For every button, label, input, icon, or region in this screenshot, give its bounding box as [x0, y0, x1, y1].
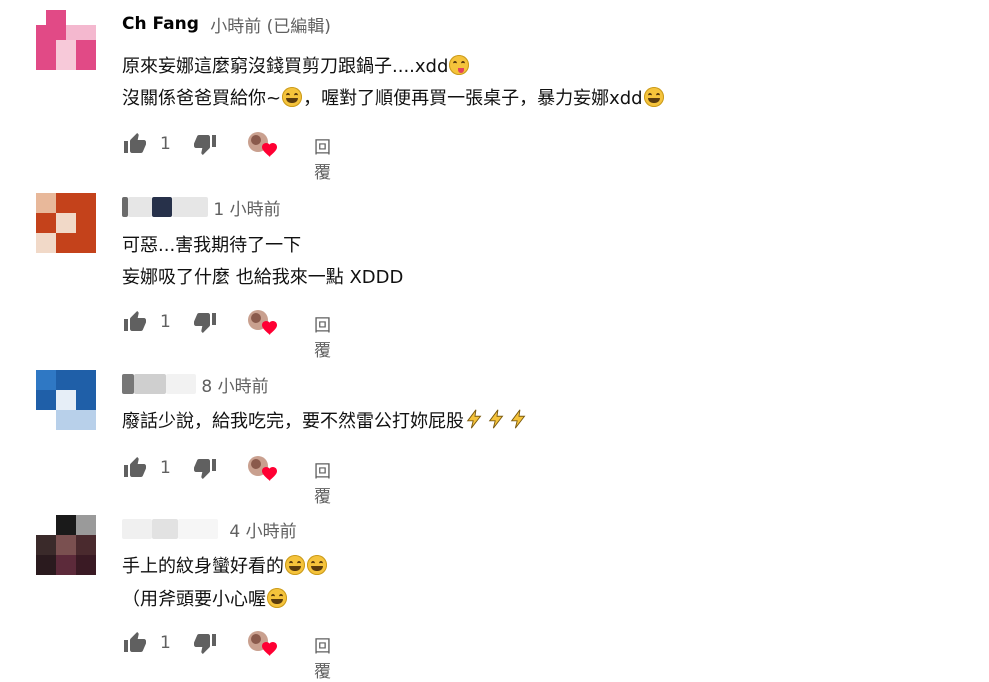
comment-text: 沒關係爸爸買給你~: [122, 88, 282, 109]
comment-text-line: 廢話少說，給我吃完，要不然雷公打妳屁股: [122, 407, 530, 433]
lightning-icon: [466, 409, 482, 429]
laughing-emoji: [282, 87, 303, 107]
comment-text-line: 沒關係爸爸買給你~ ，喔對了順便再買一張桌子，暴力妄娜xdd: [122, 84, 665, 110]
comment-text: ，喔對了順便再買一張桌子，暴力妄娜xdd: [303, 88, 643, 109]
like-count: 1: [160, 312, 171, 332]
wink-tongue-emoji: [449, 55, 470, 75]
comment-text-line: 原來妄娜這麼窮沒錢買剪刀跟鍋子....xdd: [122, 52, 470, 78]
like-count: 1: [160, 458, 171, 478]
comment-timestamp[interactable]: 小時前 (已編輯): [210, 12, 331, 37]
comment-timestamp[interactable]: 4 小時前: [229, 517, 296, 542]
reply-button[interactable]: 回覆: [314, 632, 331, 682]
lightning-icon: [488, 409, 504, 429]
comment-text: 可惡...害我期待了一下: [122, 235, 302, 256]
comment-text-line: 可惡...害我期待了一下: [122, 231, 301, 257]
thumb-down-icon[interactable]: [192, 456, 218, 480]
author-name[interactable]: [122, 373, 196, 396]
comment-timestamp[interactable]: 1 小時前: [213, 195, 280, 220]
comment-header: 1 小時前: [122, 195, 281, 221]
creator-heart-icon: [248, 132, 277, 157]
comment-text: 廢話少說，給我吃完，要不然雷公打妳屁股: [122, 411, 464, 432]
comment-timestamp[interactable]: 8 小時前: [201, 372, 268, 397]
comment-header: 8 小時前: [122, 372, 269, 398]
lightning-icon: [510, 409, 526, 429]
like-count: 1: [160, 134, 171, 154]
thumb-up-icon[interactable]: [122, 310, 148, 334]
laughing-emoji: [267, 588, 287, 608]
creator-heart-icon: [248, 456, 277, 481]
thumb-down-icon[interactable]: [192, 132, 218, 156]
comment-text: （用斧頭要小心喔: [122, 589, 266, 610]
thumb-up-icon[interactable]: [122, 631, 148, 655]
avatar[interactable]: [36, 10, 96, 70]
author-name[interactable]: Ch Fang: [122, 14, 199, 36]
sweat-smile-emoji: [643, 87, 664, 107]
comment-text: 原來妄娜這麼窮沒錢買剪刀跟鍋子....xdd: [122, 56, 449, 77]
reply-button[interactable]: 回覆: [314, 311, 331, 361]
thumb-down-icon[interactable]: [192, 310, 218, 334]
avatar[interactable]: [36, 370, 96, 430]
thumb-down-icon[interactable]: [192, 631, 218, 655]
author-name[interactable]: [122, 518, 218, 541]
laughing-emoji: [285, 555, 305, 575]
comment-text: 妄娜吸了什麼 也給我來一點 XDDD: [122, 267, 404, 288]
reply-button[interactable]: 回覆: [314, 133, 331, 183]
comment-text: 手上的紋身蠻好看的: [122, 556, 284, 577]
creator-heart-icon: [248, 310, 277, 335]
author-name[interactable]: [122, 196, 208, 219]
comment-text-line: 手上的紋身蠻好看的: [122, 552, 328, 578]
creator-heart-icon: [248, 631, 277, 656]
comment-text-line: （用斧頭要小心喔: [122, 585, 288, 611]
comment-text-line: 妄娜吸了什麼 也給我來一點 XDDD: [122, 263, 403, 289]
thumb-up-icon[interactable]: [122, 132, 148, 156]
like-count: 1: [160, 633, 171, 653]
avatar[interactable]: [36, 515, 96, 575]
comment-header: Ch Fang 小時前 (已編輯): [122, 12, 331, 38]
author-name-text[interactable]: Ch Fang: [122, 14, 199, 34]
thumb-up-icon[interactable]: [122, 456, 148, 480]
reply-button[interactable]: 回覆: [314, 457, 331, 507]
avatar[interactable]: [36, 193, 96, 253]
comment-header: 4 小時前: [122, 517, 297, 543]
laughing-emoji: [307, 555, 327, 575]
